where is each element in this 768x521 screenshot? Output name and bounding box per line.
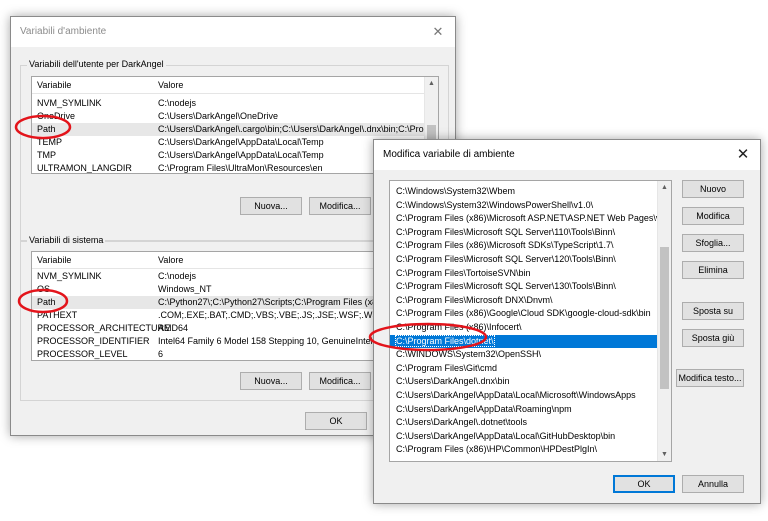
path-entry[interactable]: C:\Program Files (x86)\Infocert\ bbox=[390, 321, 657, 335]
path-entry-text: C:\Program Files\dotnet\ bbox=[395, 334, 495, 347]
column-variable[interactable]: Variabile bbox=[37, 80, 71, 90]
close-icon[interactable]: ✕ bbox=[726, 140, 760, 170]
table-row[interactable]: PATHEXT .COM;.EXE;.BAT;.CMD;.VBS;.VBE;.JS… bbox=[32, 309, 424, 322]
path-entry-text: C:\Users\DarkAngel\AppData\Roaming\npm bbox=[396, 403, 572, 414]
path-entry-text: C:\Program Files\Git\cmd bbox=[396, 362, 498, 373]
user-variables-label: Variabili dell'utente per DarkAngel bbox=[27, 59, 166, 69]
title-bar[interactable]: Modifica variabile di ambiente ✕ bbox=[374, 140, 760, 170]
vertical-scrollbar[interactable]: ▲ ▼ bbox=[657, 181, 671, 461]
column-value[interactable]: Valore bbox=[158, 255, 183, 265]
table-row[interactable]: PROCESSOR_ARCHITECTURE AMD64 bbox=[32, 322, 424, 335]
edit-text-button[interactable]: Modifica testo... bbox=[676, 369, 744, 387]
path-entry-text: C:\Program Files (x86)\Google\Cloud SDK\… bbox=[396, 308, 651, 319]
move-up-button[interactable]: Sposta su bbox=[682, 302, 744, 320]
table-row-path[interactable]: Path C:\Users\DarkAngel\.cargo\bin;C:\Use… bbox=[32, 123, 424, 136]
path-entry-text: C:\Program Files\Microsoft DNX\Dnvm\ bbox=[396, 294, 553, 305]
path-entry-text: C:\Program Files\TortoiseSVN\bin bbox=[396, 267, 531, 278]
path-entry[interactable]: C:\Users\DarkAngel\.dnx\bin bbox=[390, 375, 657, 389]
path-entry-text: C:\Program Files\Microsoft SQL Server\11… bbox=[396, 226, 616, 237]
list-header: Variabile Valore bbox=[32, 252, 424, 269]
path-entry[interactable]: C:\Users\DarkAngel\AppData\Roaming\npm bbox=[390, 403, 657, 417]
path-entry[interactable]: C:\Program Files\Microsoft SQL Server\12… bbox=[390, 253, 657, 267]
path-entry-text: C:\Program Files (x86)\Microsoft SDKs\Ty… bbox=[396, 240, 614, 251]
window-title: Modifica variabile di ambiente bbox=[383, 149, 515, 160]
path-entries-list[interactable]: C:\Windows\System32\Wbem C:\Windows\Syste… bbox=[389, 180, 672, 462]
column-variable[interactable]: Variabile bbox=[37, 255, 71, 265]
scroll-thumb[interactable] bbox=[660, 247, 669, 389]
edit-environment-variable-window: Modifica variabile di ambiente ✕ C:\Wind… bbox=[373, 139, 761, 504]
table-row[interactable]: PROCESSOR_IDENTIFIER Intel64 Family 6 Mod… bbox=[32, 335, 424, 348]
path-entry[interactable]: C:\Program Files\Microsoft SQL Server\13… bbox=[390, 280, 657, 294]
path-entry-text: C:\Users\DarkAngel\AppData\Local\GitHubD… bbox=[396, 430, 616, 441]
path-entry[interactable]: C:\Users\DarkAngel\.dotnet\tools bbox=[390, 416, 657, 430]
move-down-button[interactable]: Sposta giù bbox=[682, 329, 744, 347]
path-entry[interactable]: C:\Users\DarkAngel\AppData\Local\GitHubD… bbox=[390, 430, 657, 444]
close-icon[interactable]: ✕ bbox=[421, 17, 455, 47]
path-entry-text: C:\Users\DarkAngel\AppData\Local\Microso… bbox=[396, 390, 636, 400]
path-entry-text: C:\Program Files\Microsoft SQL Server\13… bbox=[396, 281, 616, 292]
path-entry-text: C:\Users\DarkAngel\.dnx\bin bbox=[396, 376, 510, 387]
path-entry[interactable]: C:\WINDOWS\System32\OpenSSH\ bbox=[390, 348, 657, 362]
list-header: Variabile Valore bbox=[32, 77, 424, 94]
path-entry-text: C:\Program Files (x86)\Infocert\ bbox=[396, 322, 522, 332]
path-entry[interactable]: C:\Windows\System32\Wbem bbox=[390, 185, 657, 199]
system-variables-label: Variabili di sistema bbox=[27, 235, 106, 245]
path-entry-text: C:\Program Files\Microsoft SQL Server\12… bbox=[396, 254, 616, 264]
scroll-up-icon[interactable]: ▲ bbox=[658, 181, 671, 194]
user-edit-button[interactable]: Modifica... bbox=[309, 197, 371, 215]
table-row[interactable]: TMP C:\Users\DarkAngel\AppData\Local\Temp bbox=[32, 149, 424, 162]
cancel-button[interactable]: Annulla bbox=[682, 475, 744, 493]
scroll-down-icon[interactable]: ▼ bbox=[658, 448, 671, 461]
table-row-path[interactable]: Path C:\Python27\;C:\Python27\Scripts;C:\… bbox=[32, 296, 424, 309]
user-new-button[interactable]: Nuova... bbox=[240, 197, 302, 215]
title-bar[interactable]: Variabili d'ambiente ✕ bbox=[11, 17, 455, 47]
new-button[interactable]: Nuovo bbox=[682, 180, 744, 198]
path-entry[interactable]: C:\Program Files\Microsoft DNX\Dnvm\ bbox=[390, 294, 657, 308]
path-entry-text: C:\Windows\System32\Wbem bbox=[396, 186, 516, 196]
path-entry[interactable]: C:\Program Files\Microsoft SQL Server\11… bbox=[390, 226, 657, 240]
path-entry-text: C:\WINDOWS\System32\OpenSSH\ bbox=[396, 349, 542, 360]
path-entry-text: C:\Windows\System32\WindowsPowerShell\v1… bbox=[396, 199, 594, 210]
path-entry[interactable]: C:\Program Files\TortoiseSVN\bin bbox=[390, 267, 657, 281]
path-entry[interactable]: C:\Program Files (x86)\Microsoft SDKs\Ty… bbox=[390, 239, 657, 253]
path-entry[interactable]: C:\Program Files\Git\cmd bbox=[390, 362, 657, 376]
path-entry[interactable]: C:\Windows\System32\WindowsPowerShell\v1… bbox=[390, 199, 657, 213]
browse-button[interactable]: Sfoglia... bbox=[682, 234, 744, 252]
table-row[interactable]: PROCESSOR_LEVEL 6 bbox=[32, 348, 424, 360]
table-row[interactable]: NVM_SYMLINK C:\nodejs bbox=[32, 97, 424, 110]
path-entry[interactable]: C:\Program Files (x86)\HP\Common\HPDestP… bbox=[390, 443, 657, 457]
window-title: Variabili d'ambiente bbox=[20, 26, 107, 37]
system-new-button[interactable]: Nuova... bbox=[240, 372, 302, 390]
path-entry-selected[interactable]: C:\Program Files\dotnet\ bbox=[390, 334, 657, 349]
path-entry[interactable]: C:\Users\DarkAngel\AppData\Local\Microso… bbox=[390, 389, 657, 403]
path-entry-text: C:\Users\DarkAngel\.dotnet\tools bbox=[396, 417, 528, 428]
column-value[interactable]: Valore bbox=[158, 80, 183, 90]
scroll-up-icon[interactable]: ▲ bbox=[425, 77, 438, 90]
path-entry-text: C:\Program Files (x86)\Microsoft ASP.NET… bbox=[396, 213, 672, 224]
path-entry[interactable]: C:\Program Files (x86)\Microsoft ASP.NET… bbox=[390, 212, 671, 226]
delete-button[interactable]: Elimina bbox=[682, 261, 744, 279]
table-row[interactable]: TEMP C:\Users\DarkAngel\AppData\Local\Tem… bbox=[32, 136, 424, 149]
table-row[interactable]: OS Windows_NT bbox=[32, 283, 424, 296]
table-row[interactable]: ULTRAMON_LANGDIR C:\Program Files\UltraMo… bbox=[32, 162, 424, 173]
system-edit-button[interactable]: Modifica... bbox=[309, 372, 371, 390]
table-row[interactable]: OneDrive C:\Users\DarkAngel\OneDrive bbox=[32, 110, 424, 123]
path-entry[interactable]: C:\Program Files (x86)\Google\Cloud SDK\… bbox=[390, 307, 657, 321]
edit-button[interactable]: Modifica bbox=[682, 207, 744, 225]
ok-button[interactable]: OK bbox=[613, 475, 675, 493]
bg-ok-button[interactable]: OK bbox=[305, 412, 367, 430]
table-row[interactable]: NVM_SYMLINK C:\nodejs bbox=[32, 270, 424, 283]
path-entry-text: C:\Program Files (x86)\HP\Common\HPDestP… bbox=[396, 444, 598, 455]
